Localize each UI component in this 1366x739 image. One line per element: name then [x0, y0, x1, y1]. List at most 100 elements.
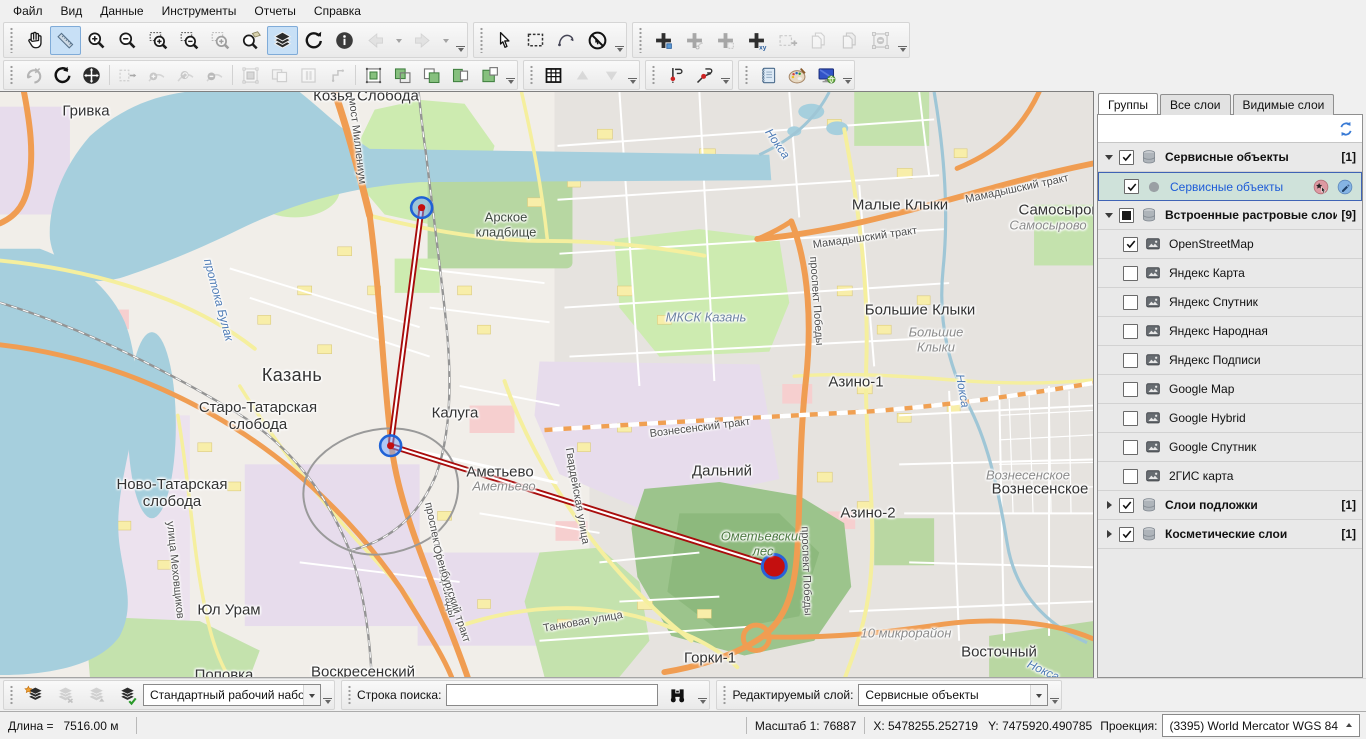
- snap-to-edge-button[interactable]: [661, 62, 690, 89]
- visibility-checkbox[interactable]: [1124, 179, 1139, 194]
- toolbar-grip[interactable]: [723, 685, 726, 705]
- topo-union-button[interactable]: [388, 62, 417, 89]
- visibility-checkbox[interactable]: [1123, 440, 1138, 455]
- visibility-checkbox[interactable]: [1123, 324, 1138, 339]
- chevron-down-icon[interactable]: [1030, 685, 1047, 705]
- map-viewport[interactable]: Козья СлободаГривкамост МиллениумКазаньС…: [0, 91, 1094, 678]
- toolbar-grip[interactable]: [10, 685, 13, 705]
- toolbar-grip[interactable]: [745, 65, 748, 85]
- visibility-checkbox[interactable]: [1123, 295, 1138, 310]
- toolbar-overflow[interactable]: [898, 46, 907, 55]
- snap-to-node-button[interactable]: [690, 62, 719, 89]
- layer-group-Встроенные растровые слои[interactable]: Встроенные растровые слои[9]: [1098, 201, 1362, 230]
- toolbar-overflow[interactable]: [843, 78, 852, 87]
- refresh-map-button[interactable]: [298, 26, 329, 55]
- map-canvas[interactable]: [0, 92, 1093, 677]
- layer-group-Сервисные объекты[interactable]: Сервисные объекты[1]: [1098, 143, 1362, 172]
- select-object-button[interactable]: [489, 26, 520, 55]
- menu-Инструменты[interactable]: Инструменты: [153, 1, 246, 21]
- workset-save-button[interactable]: [112, 681, 143, 710]
- toolbar-grip[interactable]: [639, 27, 642, 53]
- edit-obj-icon[interactable]: [1335, 177, 1355, 197]
- layer-item-OpenStreetMap[interactable]: OpenStreetMap: [1098, 230, 1362, 259]
- visibility-checkbox[interactable]: [1119, 498, 1134, 513]
- layer-item-Google Спутник[interactable]: Google Спутник: [1098, 433, 1362, 462]
- search-input[interactable]: [446, 684, 658, 706]
- toolbar-overflow[interactable]: [721, 78, 730, 87]
- layer-group-Косметические слои[interactable]: Косметические слои[1]: [1098, 520, 1362, 549]
- rotate-object-button[interactable]: [48, 62, 77, 89]
- tab-Видимые слои[interactable]: Видимые слои: [1233, 94, 1335, 115]
- legend-button[interactable]: [754, 62, 783, 89]
- visibility-checkbox[interactable]: [1123, 237, 1138, 252]
- flash-obj-icon[interactable]: [1311, 177, 1331, 197]
- expand-icon[interactable]: [1101, 530, 1117, 538]
- toolbar-overflow[interactable]: [1050, 698, 1059, 707]
- add-object-button[interactable]: [648, 26, 679, 55]
- toolbar-grip[interactable]: [530, 65, 533, 85]
- toolbar-overflow[interactable]: [628, 78, 637, 87]
- menu-Данные[interactable]: Данные: [91, 1, 152, 21]
- nav-back-dropdown[interactable]: [391, 34, 407, 47]
- select-rect-button[interactable]: [520, 26, 551, 55]
- toolbar-overflow[interactable]: [456, 46, 465, 55]
- topo-select-button[interactable]: [359, 62, 388, 89]
- layer-item-Google Map[interactable]: Google Map: [1098, 375, 1362, 404]
- layer-item-Яндекс Спутник[interactable]: Яндекс Спутник: [1098, 288, 1362, 317]
- visibility-checkbox[interactable]: [1123, 411, 1138, 426]
- toolbar-grip[interactable]: [652, 65, 655, 85]
- find-button[interactable]: [658, 681, 696, 710]
- collapse-icon[interactable]: [1101, 209, 1117, 222]
- topo-clip-button[interactable]: [475, 62, 504, 89]
- zoom-in-button[interactable]: [81, 26, 112, 55]
- menu-Вид[interactable]: Вид: [52, 1, 92, 21]
- refresh-layers-button[interactable]: [1335, 118, 1357, 140]
- nav-forward-dropdown[interactable]: [438, 34, 454, 47]
- tab-Все слои[interactable]: Все слои: [1160, 94, 1231, 115]
- menu-Отчеты[interactable]: Отчеты: [245, 1, 304, 21]
- toolbar-grip[interactable]: [10, 27, 13, 53]
- visibility-checkbox[interactable]: [1119, 527, 1134, 542]
- pan-button[interactable]: [19, 26, 50, 55]
- menu-Справка[interactable]: Справка: [305, 1, 370, 21]
- layer-item-Сервисные объекты[interactable]: Сервисные объекты: [1098, 172, 1362, 201]
- tab-Группы[interactable]: Группы: [1098, 93, 1158, 114]
- style-editor-button[interactable]: [783, 62, 812, 89]
- zoom-in-rect-button[interactable]: [143, 26, 174, 55]
- toolbar-overflow[interactable]: [323, 698, 332, 707]
- visibility-checkbox[interactable]: [1123, 469, 1138, 484]
- chevron-down-icon[interactable]: [303, 685, 320, 705]
- zoom-out-button[interactable]: [112, 26, 143, 55]
- object-info-button[interactable]: [329, 26, 360, 55]
- toolbar-overflow[interactable]: [506, 78, 515, 87]
- zoom-out-rect-button[interactable]: [174, 26, 205, 55]
- workset-combo[interactable]: Стандартный рабочий набор: [143, 684, 321, 706]
- menu-Файл[interactable]: Файл: [4, 1, 52, 21]
- attribute-table-button[interactable]: [539, 62, 568, 89]
- layer-item-Яндекс Подписи[interactable]: Яндекс Подписи: [1098, 346, 1362, 375]
- toolbar-overflow[interactable]: [698, 698, 707, 707]
- zoom-initial-button[interactable]: [236, 26, 267, 55]
- measure-length-button[interactable]: [50, 26, 81, 55]
- editable-layer-combo[interactable]: Сервисные объекты: [858, 684, 1048, 706]
- clear-selection-button[interactable]: [582, 26, 613, 55]
- add-by-coords-button[interactable]: [741, 26, 772, 55]
- expand-icon[interactable]: [1101, 501, 1117, 509]
- select-lasso-button[interactable]: [551, 26, 582, 55]
- layers-visibility-button[interactable]: [267, 26, 298, 55]
- service-settings-button[interactable]: [812, 62, 841, 89]
- layer-item-Google Hybrid[interactable]: Google Hybrid: [1098, 404, 1362, 433]
- toolbar-grip[interactable]: [10, 65, 13, 85]
- layer-item-Яндекс Народная[interactable]: Яндекс Народная: [1098, 317, 1362, 346]
- toolbar-grip[interactable]: [348, 685, 351, 705]
- workset-new-button[interactable]: [19, 681, 50, 710]
- visibility-checkbox[interactable]: [1119, 208, 1134, 223]
- projection-combo[interactable]: (3395) World Mercator WGS 84: [1162, 714, 1361, 737]
- topo-symdiff-button[interactable]: [446, 62, 475, 89]
- topo-intersect-button[interactable]: [417, 62, 446, 89]
- layer-item-2ГИС карта[interactable]: 2ГИС карта: [1098, 462, 1362, 491]
- collapse-icon[interactable]: [1101, 151, 1117, 164]
- move-object-button[interactable]: [77, 62, 106, 89]
- visibility-checkbox[interactable]: [1119, 150, 1134, 165]
- toolbar-grip[interactable]: [480, 27, 483, 53]
